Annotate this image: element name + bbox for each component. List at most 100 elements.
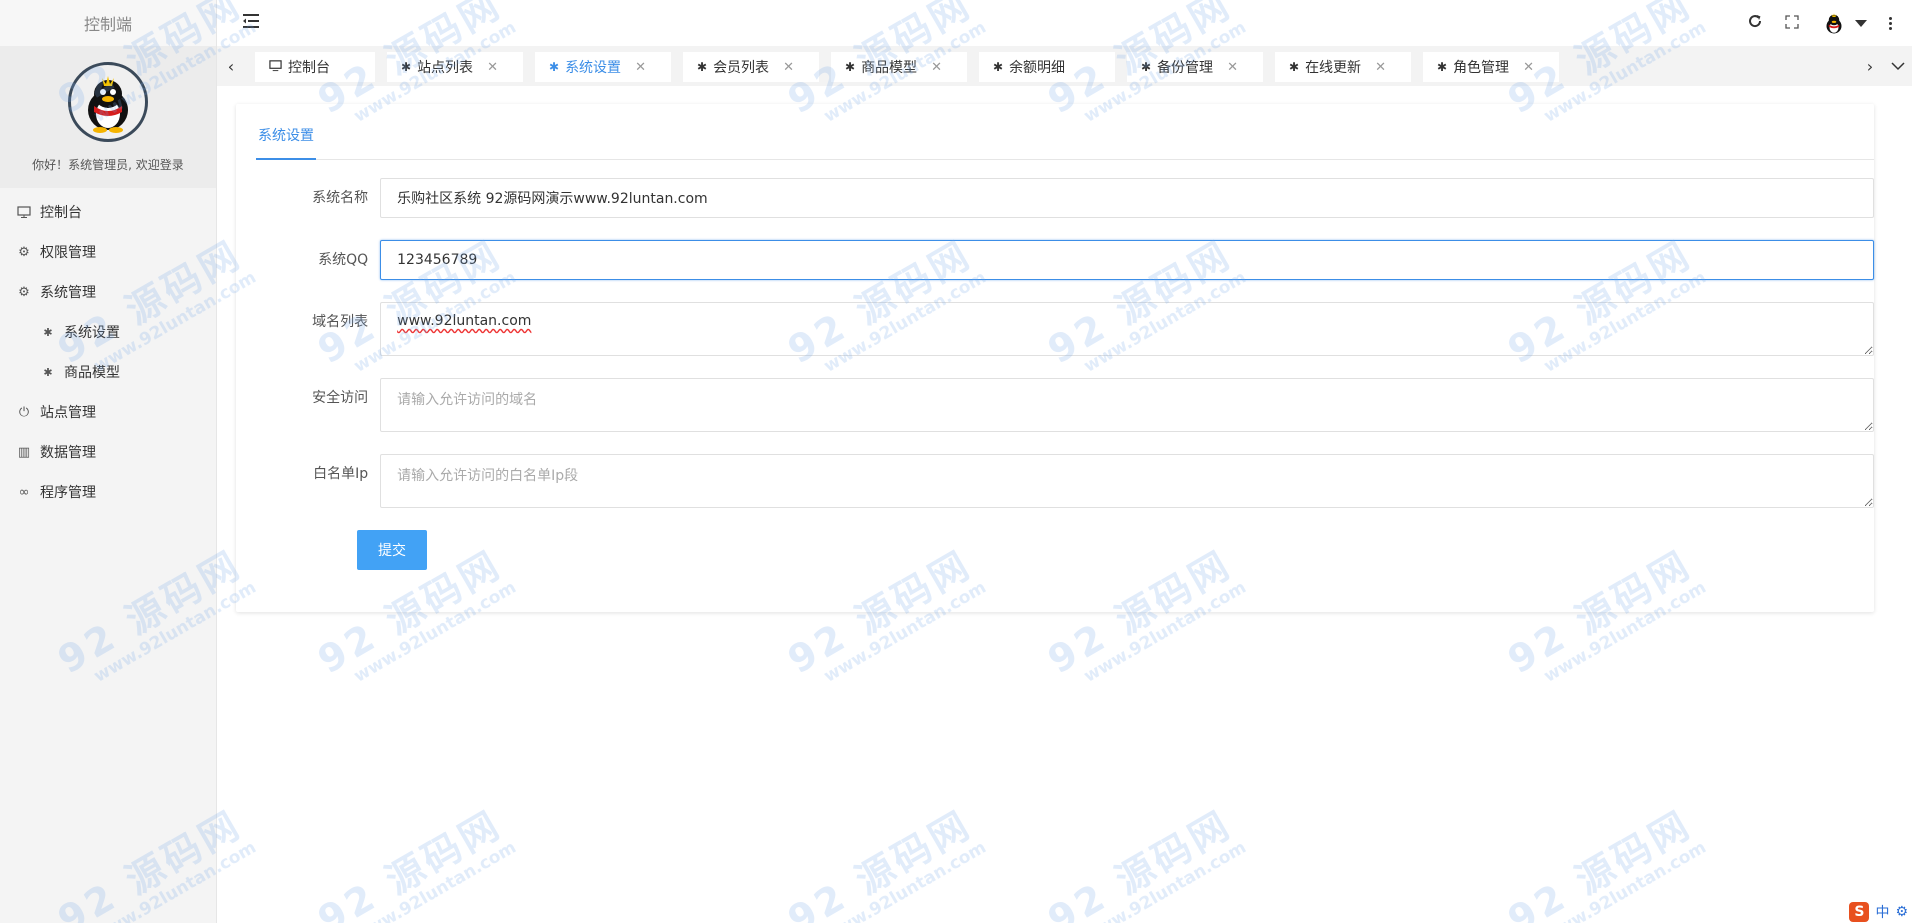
- palm-icon: ✱: [43, 365, 53, 379]
- avatar[interactable]: [68, 62, 148, 142]
- close-icon[interactable]: ✕: [783, 60, 794, 75]
- tab-dashboard[interactable]: 控制台: [255, 52, 375, 82]
- sidebar-item-sites[interactable]: ⏻ 站点管理: [0, 392, 216, 432]
- refresh-icon[interactable]: [1747, 13, 1763, 33]
- palm-icon: ✱: [993, 60, 1004, 74]
- content-tab-bar: 系统设置: [256, 122, 1874, 160]
- gear-icon: ⚙: [18, 284, 30, 300]
- more-vertical-icon[interactable]: [1889, 16, 1892, 30]
- palm-icon: ✱: [697, 60, 708, 74]
- domain-list-textarea[interactable]: www.92luntan.com: [380, 302, 1874, 356]
- tab-label: 控制台: [288, 60, 330, 76]
- tab-system-settings[interactable]: ✱ 系统设置 ✕: [535, 52, 671, 82]
- tab-label: 角色管理: [1453, 60, 1510, 76]
- tab-label: 备份管理: [1157, 60, 1214, 76]
- close-icon[interactable]: ✕: [1523, 60, 1534, 75]
- system-name-label: 系统名称: [312, 190, 369, 206]
- sidebar-item-permissions[interactable]: ⚙ 权限管理: [0, 232, 216, 272]
- ime-language-label: 中: [1875, 905, 1890, 921]
- tab-balance-detail[interactable]: ✱ 余额明细: [979, 52, 1115, 82]
- watermark-tile: 92 源码网 www.92luntan.com: [776, 793, 990, 923]
- form-row-secure-access: 安全访问: [256, 378, 1874, 432]
- sidebar-item-programs[interactable]: ∞ 程序管理: [0, 472, 216, 512]
- sidebar-item-label: 控制台: [40, 205, 82, 221]
- tab-bar: ‹ 控制台 ✱ 站点列表 ✕ ✱ 系统设置 ✕ ✱ 会员列表 ✕ ✱ 商品模型 …: [217, 46, 1912, 86]
- ip-whitelist-textarea[interactable]: [380, 454, 1874, 508]
- sidebar-item-system-settings[interactable]: ✱ 系统设置: [0, 312, 216, 352]
- chevron-down-icon[interactable]: [1884, 46, 1912, 86]
- menu-toggle-icon[interactable]: [242, 13, 260, 31]
- tab-label: 站点列表: [417, 60, 474, 76]
- watermark-big-text: 92 源码网: [1040, 801, 1240, 923]
- content-tab-system-settings[interactable]: 系统设置: [256, 122, 316, 160]
- system-qq-input[interactable]: [380, 240, 1874, 280]
- sidebar-item-label: 站点管理: [40, 405, 96, 421]
- watermark-big-text: 92 源码网: [780, 801, 980, 923]
- form-row-ip-whitelist: 白名单Ip: [256, 454, 1874, 508]
- chevron-right-icon[interactable]: ›: [1856, 46, 1884, 86]
- sogou-logo-icon: S: [1849, 902, 1870, 922]
- form-row-system-name: 系统名称: [256, 178, 1874, 218]
- sidebar-item-system[interactable]: ⚙ 系统管理: [0, 272, 216, 312]
- chevron-left-icon[interactable]: ‹: [217, 46, 245, 86]
- tab-label: 在线更新: [1305, 60, 1362, 76]
- table-icon: ▥: [17, 444, 31, 460]
- close-icon[interactable]: ✕: [487, 60, 498, 75]
- watermark-tile: 92 源码网 www.92luntan.com: [1496, 793, 1710, 923]
- close-icon[interactable]: ✕: [1227, 60, 1238, 75]
- user-dropdown-caret-icon[interactable]: [1855, 19, 1867, 27]
- secure-access-textarea[interactable]: [380, 378, 1874, 432]
- settings-card: 系统设置 系统名称 系统QQ 域名列表 www.92luntan.com 安全访…: [236, 104, 1874, 612]
- tab-member-list[interactable]: ✱ 会员列表 ✕: [683, 52, 819, 82]
- top-header: [217, 0, 1912, 46]
- monitor-icon: [269, 59, 282, 75]
- sidebar-item-data[interactable]: ▥ 数据管理: [0, 432, 216, 472]
- penguin-icon: [88, 76, 128, 133]
- power-icon: ⏻: [18, 404, 30, 420]
- palm-icon: ✱: [549, 60, 560, 74]
- watermark-big-text: 92 源码网: [310, 801, 510, 923]
- watermark-url-text: www.92luntan.com: [1080, 837, 1250, 923]
- close-icon[interactable]: ✕: [931, 60, 942, 75]
- sidebar: 控制端 你好！系统管理员, 欢迎登录 控制台 ⚙ 权限管理 ⚙ 系统管理 ✱ 系…: [0, 0, 217, 923]
- sidebar-item-label: 系统设置: [64, 325, 120, 341]
- monitor-icon: [16, 204, 32, 220]
- ime-toolbar-icon: ⚙: [1895, 904, 1908, 920]
- palm-icon: ✱: [1437, 60, 1448, 74]
- header-actions: [1747, 0, 1892, 46]
- welcome-text: 你好！系统管理员, 欢迎登录: [32, 158, 184, 172]
- palm-icon: ✱: [401, 60, 412, 74]
- close-icon[interactable]: ✕: [635, 60, 646, 75]
- tab-role-management[interactable]: ✱ 角色管理 ✕: [1423, 52, 1559, 82]
- sidebar-item-label: 程序管理: [40, 485, 96, 501]
- watermark-url-text: www.92luntan.com: [820, 837, 990, 923]
- system-name-input[interactable]: [380, 178, 1874, 218]
- palm-icon: ✱: [1289, 60, 1300, 74]
- watermark-big-text: 92 源码网: [1500, 801, 1700, 923]
- palm-icon: ✱: [1141, 60, 1152, 74]
- ime-indicator[interactable]: S 中 ⚙: [1845, 901, 1912, 923]
- palm-icon: ✱: [43, 325, 53, 339]
- watermark-url-text: www.92luntan.com: [350, 837, 520, 923]
- watermark-tile: 92 源码网 www.92luntan.com: [1036, 793, 1250, 923]
- gear-icon: ⚙: [18, 244, 30, 260]
- tab-product-model[interactable]: ✱ 商品模型 ✕: [831, 52, 967, 82]
- form-row-system-qq: 系统QQ: [256, 240, 1874, 280]
- tab-site-list[interactable]: ✱ 站点列表 ✕: [387, 52, 523, 82]
- watermark-tile: 92 源码网 www.92luntan.com: [306, 793, 520, 923]
- sidebar-menu: 控制台 ⚙ 权限管理 ⚙ 系统管理 ✱ 系统设置 ✱ 商品模型 ⏻ 站点管理 ▥…: [0, 188, 216, 512]
- tab-online-update[interactable]: ✱ 在线更新 ✕: [1275, 52, 1411, 82]
- user-avatar[interactable]: [1821, 10, 1847, 36]
- fullscreen-icon[interactable]: [1785, 14, 1799, 33]
- sidebar-item-label: 权限管理: [40, 245, 96, 261]
- submit-button[interactable]: 提交: [357, 530, 427, 570]
- tab-list: 控制台 ✱ 站点列表 ✕ ✱ 系统设置 ✕ ✱ 会员列表 ✕ ✱ 商品模型 ✕ …: [255, 52, 1852, 86]
- domain-list-label: 域名列表: [312, 314, 369, 330]
- tab-label: 会员列表: [713, 60, 770, 76]
- sidebar-item-dashboard[interactable]: 控制台: [0, 192, 216, 232]
- system-qq-label: 系统QQ: [318, 252, 369, 268]
- close-icon[interactable]: ✕: [1375, 60, 1386, 75]
- sidebar-item-label: 数据管理: [40, 445, 96, 461]
- tab-backup[interactable]: ✱ 备份管理 ✕: [1127, 52, 1263, 82]
- sidebar-item-product-model[interactable]: ✱ 商品模型: [0, 352, 216, 392]
